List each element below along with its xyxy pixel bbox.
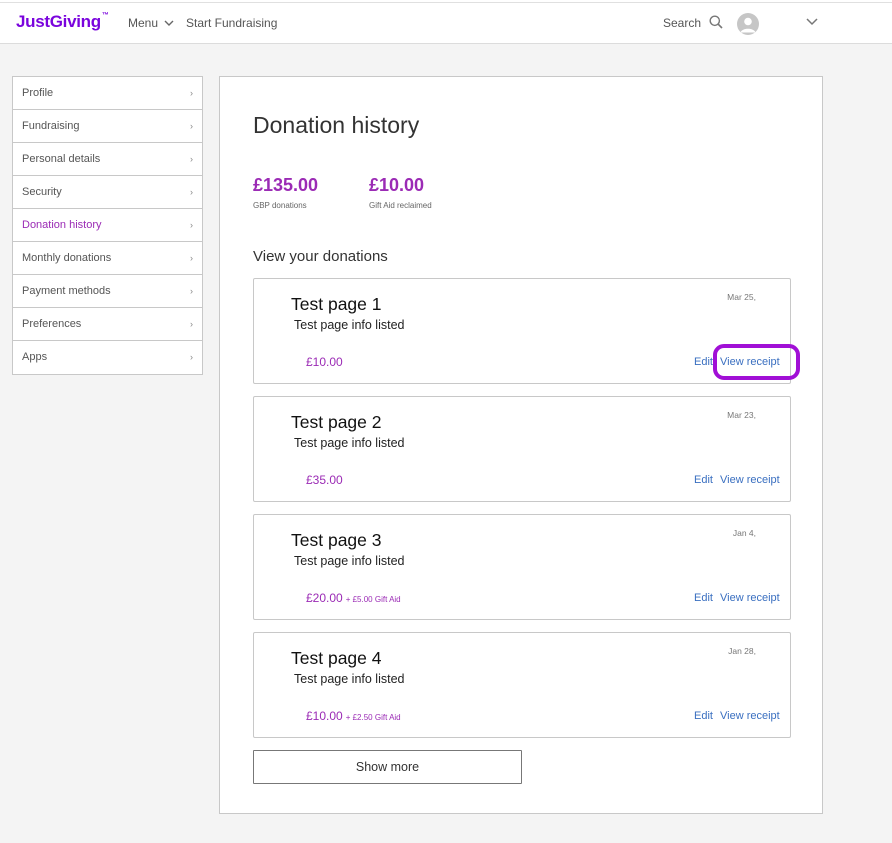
view-receipt-link[interactable]: View receipt [720,592,780,604]
sidebar-item-payment-methods[interactable]: Payment methods › [13,275,202,308]
show-more-button[interactable]: Show more [253,750,522,784]
donation-title: Test page 1 [291,294,382,314]
avatar-silhouette [740,17,756,33]
stat-value: £10.00 [369,175,425,195]
sidebar-item-label: Payment methods [22,285,111,297]
donation-date: Mar 25, [727,292,756,302]
logo-trademark: ™ [101,12,109,19]
donation-card: Test page 1 Test page info listed Mar 25… [253,278,800,384]
amount-value: £35.00 [306,473,343,487]
gift-aid-stat: £10.00 Gift Aid reclaimed [369,175,432,210]
donation-amount: £10.00 [306,355,346,369]
chevron-right-icon: › [190,319,193,329]
chevron-right-icon: › [190,220,193,230]
site-header: JustGiving™ Menu Start Fundraising Searc… [0,3,892,44]
chevron-right-icon: › [190,187,193,197]
chevron-right-icon: › [190,286,193,296]
stat-label: GBP donations [253,201,307,210]
donation-date: Jan 28, [728,646,756,656]
sidebar-item-monthly-donations[interactable]: Monthly donations › [13,242,202,275]
gbp-donations-stat: £135.00 GBP donations [253,175,318,210]
stat-value: £135.00 [253,175,319,195]
sidebar-item-preferences[interactable]: Preferences › [13,308,202,341]
donation-amount: £20.00 + £5.00 Gift Aid [306,591,401,605]
sidebar-item-label: Security [22,186,62,198]
gift-aid-amount: + £2.50 Gift Aid [345,713,401,722]
sidebar-item-label: Profile [22,87,54,99]
donation-title: Test page 2 [291,412,382,432]
page-title: Donation history [253,112,420,138]
chevron-right-icon: › [190,154,193,164]
donation-info: Test page info listed [294,554,405,568]
edit-link[interactable]: Edit [694,356,713,368]
donation-info: Test page info listed [294,672,405,686]
donation-date: Jan 4, [732,528,756,538]
donation-info: Test page info listed [294,436,405,450]
donation-card: Test page 3 Test page info listed Jan 4,… [253,514,791,620]
donation-card: Test page 2 Test page info listed Mar 23… [253,396,791,502]
sidebar-item-apps[interactable]: Apps › [13,341,202,374]
sidebar-item-personal-details[interactable]: Personal details › [13,143,202,176]
sidebar-item-label: Donation history [22,219,102,231]
edit-link[interactable]: Edit [694,710,713,722]
sidebar-item-label: Personal details [22,153,101,165]
search-icon [709,15,723,29]
sidebar-item-profile[interactable]: Profile › [13,77,202,110]
menu-button[interactable]: Menu [128,16,174,30]
donation-date: Mar 23, [727,410,756,420]
user-avatar-icon[interactable] [737,13,759,35]
donation-amount: £35.00 [306,473,346,487]
view-receipt-link[interactable]: View receipt [720,356,780,368]
chevron-right-icon: › [190,121,193,131]
edit-link[interactable]: Edit [694,474,713,486]
edit-link[interactable]: Edit [694,592,713,604]
donation-history-panel: Donation history £135.00 GBP donations £… [219,76,823,814]
sidebar-item-label: Preferences [22,318,82,330]
chevron-down-icon[interactable] [806,18,818,26]
amount-value: £20.00 [306,591,343,605]
gift-aid-amount: + £5.00 Gift Aid [345,595,401,604]
chevron-down-icon [164,20,174,27]
view-receipt-link[interactable]: View receipt [720,474,780,486]
account-sidebar: Profile › Fundraising › Personal details › … [12,76,203,375]
stat-label: Gift Aid reclaimed [369,201,432,210]
donation-amount: £10.00 + £2.50 Gift Aid [306,709,401,723]
amount-value: £10.00 [306,355,343,369]
donation-card: Test page 4 Test page info listed Jan 28… [253,632,791,738]
start-fundraising-link[interactable]: Start Fundraising [186,16,277,30]
amount-value: £10.00 [306,709,343,723]
justgiving-logo[interactable]: JustGiving™ [16,12,109,32]
view-receipt-link[interactable]: View receipt [720,710,780,722]
chevron-right-icon: › [190,352,193,362]
sidebar-item-donation-history[interactable]: Donation history › [13,209,202,242]
search-button[interactable]: Search [663,15,723,30]
sidebar-item-security[interactable]: Security › [13,176,202,209]
sidebar-item-label: Fundraising [22,120,80,132]
section-title: View your donations [253,248,388,265]
donation-title: Test page 3 [291,530,382,550]
logo-text: JustGiving [16,12,101,31]
donation-info: Test page info listed [294,318,405,332]
sidebar-item-fundraising[interactable]: Fundraising › [13,110,202,143]
chevron-right-icon: › [190,88,193,98]
donation-title: Test page 4 [291,648,382,668]
sidebar-item-label: Apps [22,351,48,363]
chevron-right-icon: › [190,253,193,263]
search-label: Search [663,16,702,30]
menu-label: Menu [128,16,159,30]
sidebar-item-label: Monthly donations [22,252,112,264]
